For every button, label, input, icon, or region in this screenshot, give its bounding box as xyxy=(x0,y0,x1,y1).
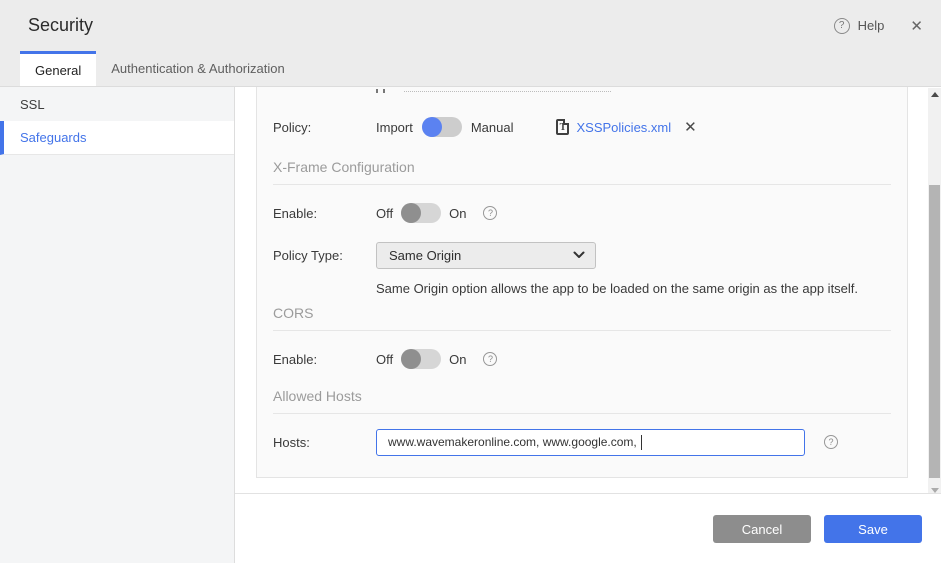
dialog-header: Security ? Help ✕ xyxy=(0,0,941,51)
section-divider xyxy=(273,413,891,414)
main-panel: Policy: Import Manual T XSSPolicies.xml … xyxy=(235,87,941,563)
section-divider xyxy=(273,184,891,185)
xframe-on-label: On xyxy=(449,205,467,221)
chevron-down-icon xyxy=(573,251,585,259)
xframe-enable-help-icon[interactable]: ? xyxy=(483,206,498,220)
policy-type-helper-text: Same Origin option allows the app to be … xyxy=(376,281,859,296)
sidebar-item-safeguards[interactable]: Safeguards xyxy=(0,121,234,155)
policy-type-label: Policy Type: xyxy=(273,247,343,263)
safeguards-form: Policy: Import Manual T XSSPolicies.xml … xyxy=(256,87,908,478)
policy-row: Policy: Import Manual T XSSPolicies.xml … xyxy=(273,107,891,147)
header-actions: ? Help ✕ xyxy=(833,17,923,35)
xframe-enable-toggle[interactable] xyxy=(401,203,442,223)
policy-type-select[interactable]: Same Origin xyxy=(376,241,596,269)
policy-label: Policy: xyxy=(273,119,312,135)
policy-manual-label: Manual xyxy=(470,119,514,135)
help-icon: ? xyxy=(833,17,850,34)
toggle-knob xyxy=(401,349,422,369)
section-divider xyxy=(273,330,891,331)
policy-import-label: Import xyxy=(376,119,413,135)
cors-enable-label: Enable: xyxy=(273,351,318,367)
vertical-scrollbar[interactable] xyxy=(928,88,941,497)
cors-off-label: Off xyxy=(376,351,394,367)
tab-authentication-authorization[interactable]: Authentication & Authorization xyxy=(96,51,299,86)
hosts-input[interactable]: www.wavemakeronline.com, www.google.com, xyxy=(376,428,805,456)
cors-section-title: CORS xyxy=(273,305,314,321)
dialog-footer: Cancel Save xyxy=(235,493,941,563)
xframe-off-label: Off xyxy=(376,205,394,221)
toggle-knob xyxy=(401,203,422,223)
policy-type-row: Policy Type: Same Origin xyxy=(273,235,891,275)
cors-enable-row: Enable: Off On ? xyxy=(273,339,891,379)
cancel-button[interactable]: Cancel xyxy=(713,515,811,543)
policy-import-manual-toggle[interactable] xyxy=(421,117,462,137)
hosts-help-icon[interactable]: ? xyxy=(824,435,838,449)
scroll-up-arrow-icon[interactable] xyxy=(928,88,941,101)
xframe-enable-label: Enable: xyxy=(273,205,318,221)
help-label: Help xyxy=(857,18,885,33)
content-area: SSL Safeguards Policy: Import Manual T X… xyxy=(0,87,941,563)
clipped-row-remnant xyxy=(376,87,666,93)
tab-bar: General Authentication & Authorization xyxy=(0,51,941,87)
xss-policies-file-link[interactable]: XSSPolicies.xml xyxy=(576,120,671,135)
cors-enable-toggle[interactable] xyxy=(401,349,442,369)
scrollbar-thumb[interactable] xyxy=(929,185,940,478)
remove-file-icon[interactable]: ✕ xyxy=(684,118,697,136)
xframe-section-title: X-Frame Configuration xyxy=(273,159,415,175)
sidebar-item-ssl[interactable]: SSL xyxy=(0,87,234,121)
toggle-knob xyxy=(421,117,442,137)
policy-type-selected-value: Same Origin xyxy=(389,247,462,263)
text-caret xyxy=(641,434,643,450)
cors-enable-help-icon[interactable]: ? xyxy=(483,352,498,366)
close-icon[interactable]: ✕ xyxy=(910,17,923,35)
uploaded-file-chip: T XSSPolicies.xml ✕ xyxy=(556,118,697,136)
hosts-row: Hosts: www.wavemakeronline.com, www.goog… xyxy=(273,422,891,462)
save-button[interactable]: Save xyxy=(824,515,922,543)
xml-file-icon: T xyxy=(556,119,570,135)
xframe-enable-row: Enable: Off On ? xyxy=(273,193,891,233)
hosts-input-value: www.wavemakeronline.com, www.google.com, xyxy=(388,435,641,449)
tab-general[interactable]: General xyxy=(20,51,97,86)
sidebar: SSL Safeguards xyxy=(0,87,235,563)
hosts-label: Hosts: xyxy=(273,434,310,450)
allowed-hosts-section-title: Allowed Hosts xyxy=(273,388,362,404)
cors-on-label: On xyxy=(449,351,467,367)
help-button[interactable]: ? Help xyxy=(833,17,885,34)
page-title: Security xyxy=(28,15,94,35)
